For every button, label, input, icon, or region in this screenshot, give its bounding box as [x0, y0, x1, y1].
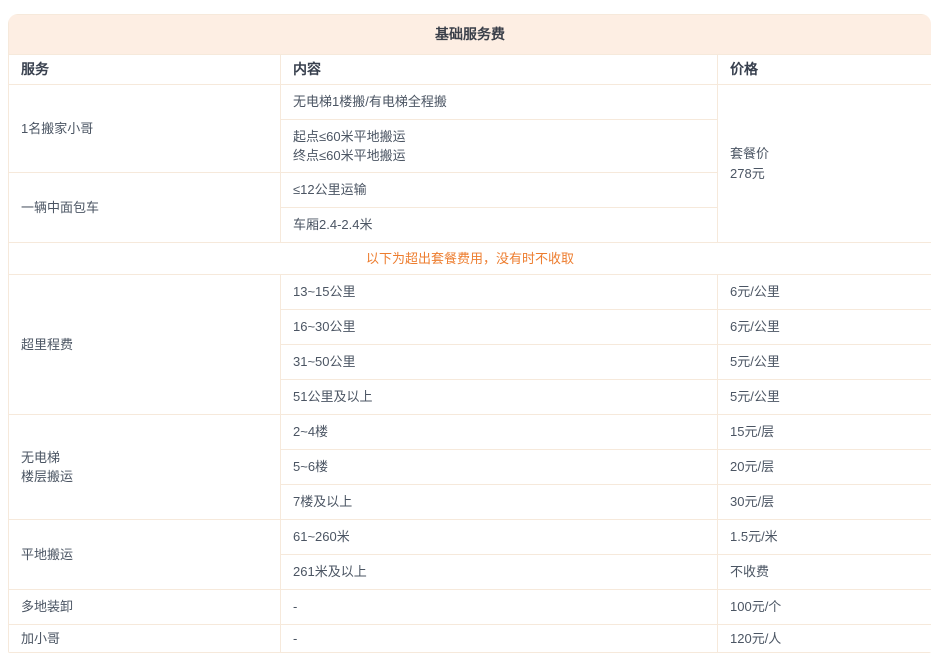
price-cell: 1.5元/米: [718, 520, 932, 555]
table-title: 基础服务费: [9, 15, 932, 55]
price-cell: 6元/公里: [718, 310, 932, 345]
table-row: 无电梯 楼层搬运 2~4楼 15元/层: [9, 415, 932, 450]
content-cell: 7楼及以上: [281, 485, 718, 520]
content-cell: 51公里及以上: [281, 380, 718, 415]
table-row: 加小哥 - 120元/人: [9, 625, 932, 653]
content-cell: ≤12公里运输: [281, 173, 718, 208]
content-cell: 13~15公里: [281, 275, 718, 310]
content-cell: 无电梯1楼搬/有电梯全程搬: [281, 85, 718, 120]
table-row: 基础服务费: [9, 15, 932, 55]
service-cell: 平地搬运: [9, 520, 281, 590]
service-cell: 多地装卸: [9, 590, 281, 625]
price-cell: 15元/层: [718, 415, 932, 450]
content-cell: 起点≤60米平地搬运 终点≤60米平地搬运: [281, 120, 718, 173]
price-cell: 30元/层: [718, 485, 932, 520]
price-cell: 5元/公里: [718, 380, 932, 415]
price-cell: 不收费: [718, 555, 932, 590]
price-cell: 6元/公里: [718, 275, 932, 310]
pricing-card: 基础服务费 服务 内容 价格 1名搬家小哥 无电梯1楼搬/有电梯全程搬 套餐价 …: [8, 14, 931, 653]
table-row: 1名搬家小哥 无电梯1楼搬/有电梯全程搬 套餐价 278元: [9, 85, 932, 120]
price-cell: 100元/个: [718, 590, 932, 625]
price-cell: 120元/人: [718, 625, 932, 653]
content-cell: 261米及以上: [281, 555, 718, 590]
table-row: 超里程费 13~15公里 6元/公里: [9, 275, 932, 310]
content-cell: -: [281, 625, 718, 653]
table-row: 多地装卸 - 100元/个: [9, 590, 932, 625]
table-row: 以下为超出套餐费用，没有时不收取: [9, 243, 932, 275]
content-cell: 31~50公里: [281, 345, 718, 380]
service-cell: 超里程费: [9, 275, 281, 415]
price-cell: 5元/公里: [718, 345, 932, 380]
content-cell: 2~4楼: [281, 415, 718, 450]
notice-cell: 以下为超出套餐费用，没有时不收取: [9, 243, 932, 275]
price-cell: 20元/层: [718, 450, 932, 485]
content-cell: -: [281, 590, 718, 625]
pricing-table: 基础服务费 服务 内容 价格 1名搬家小哥 无电梯1楼搬/有电梯全程搬 套餐价 …: [8, 14, 931, 653]
column-header-service: 服务: [9, 55, 281, 85]
service-cell: 一辆中面包车: [9, 173, 281, 243]
content-cell: 61~260米: [281, 520, 718, 555]
content-cell: 16~30公里: [281, 310, 718, 345]
service-cell: 无电梯 楼层搬运: [9, 415, 281, 520]
service-cell: 1名搬家小哥: [9, 85, 281, 173]
service-cell: 加小哥: [9, 625, 281, 653]
price-cell: 套餐价 278元: [718, 85, 932, 243]
column-header-price: 价格: [718, 55, 932, 85]
table-header-row: 服务 内容 价格: [9, 55, 932, 85]
column-header-content: 内容: [281, 55, 718, 85]
table-row: 平地搬运 61~260米 1.5元/米: [9, 520, 932, 555]
content-cell: 5~6楼: [281, 450, 718, 485]
content-cell: 车厢2.4-2.4米: [281, 208, 718, 243]
